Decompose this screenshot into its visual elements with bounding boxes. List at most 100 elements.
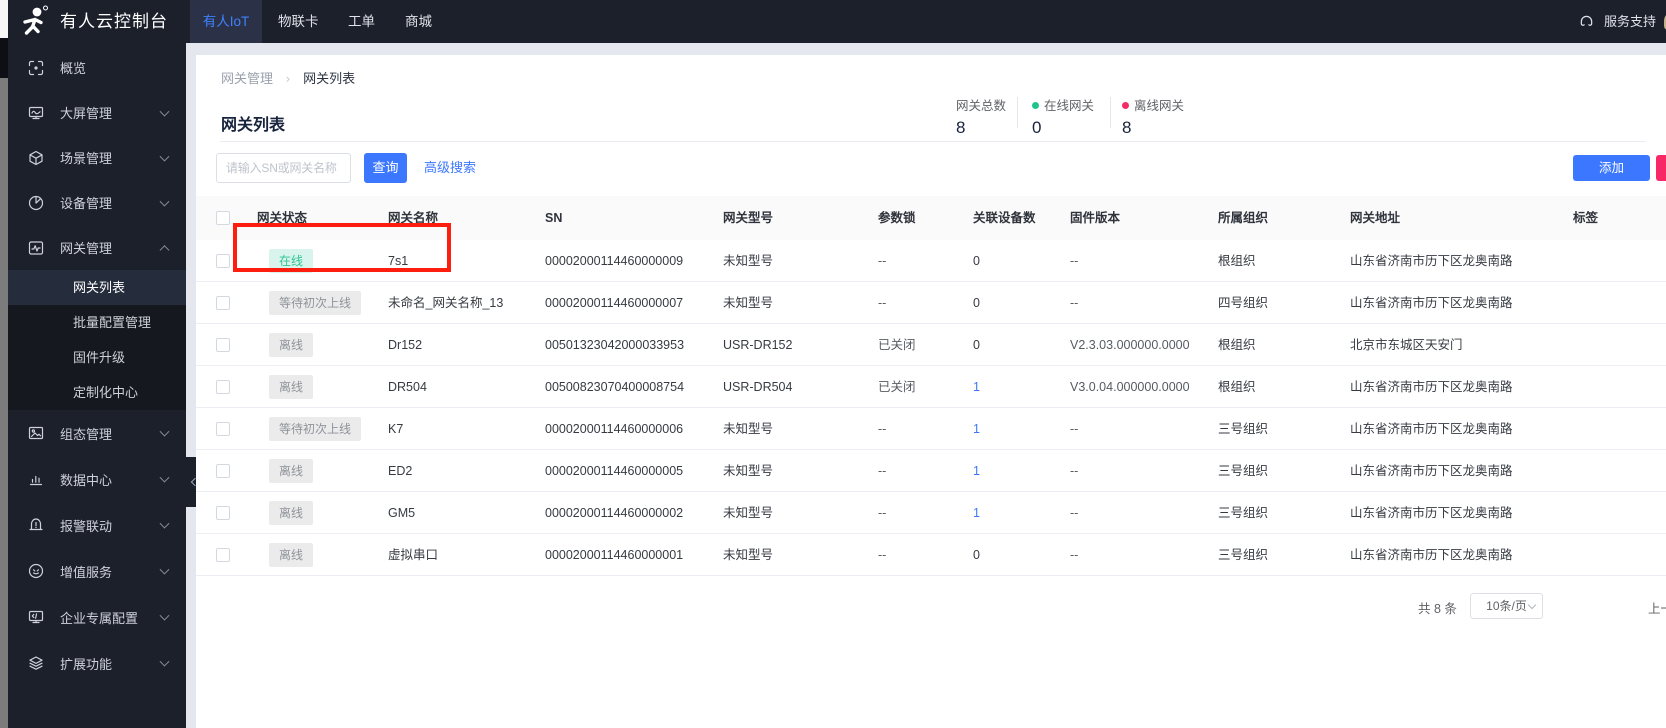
cell-sn: 00002000114460000005 bbox=[545, 464, 684, 478]
cell-devices[interactable]: 1 bbox=[973, 492, 980, 534]
cell-name: DR504 bbox=[388, 380, 427, 394]
cell-devices[interactable]: 1 bbox=[973, 450, 980, 492]
cell-org: 根组织 bbox=[1218, 380, 1256, 394]
sidebar-item-7[interactable]: 数据中心 bbox=[8, 456, 186, 502]
pagination-total: 共 8 条 bbox=[1418, 602, 1457, 616]
row-checkbox[interactable] bbox=[216, 422, 230, 436]
sidebar-item-2[interactable]: 大屏管理 bbox=[8, 90, 186, 135]
col-header-6[interactable]: 关联设备数 bbox=[973, 196, 1036, 240]
sidebar-item-1[interactable]: 概览 bbox=[8, 45, 186, 90]
chevron-icon bbox=[159, 610, 170, 621]
cell-address: 山东省济南市历下区龙奥南路 bbox=[1350, 254, 1513, 268]
search-input[interactable]: 请输入SN或网关名称 bbox=[216, 153, 351, 183]
stat-online-label: 在线网关 bbox=[1032, 95, 1094, 114]
row-checkbox[interactable] bbox=[216, 548, 230, 562]
cell-address: 山东省济南市历下区龙奥南路 bbox=[1350, 548, 1513, 562]
page-size-select[interactable]: 10条/页 bbox=[1470, 593, 1543, 619]
top-tab-1[interactable]: 有人IoT bbox=[190, 0, 262, 43]
col-header-5[interactable]: 参数锁 bbox=[878, 196, 916, 240]
submenu-item-2[interactable]: 批量配置管理 bbox=[8, 305, 186, 340]
pagination-prev[interactable]: 上一页 bbox=[1648, 596, 1666, 622]
annotation-red-rectangle bbox=[233, 223, 451, 272]
col-header-4[interactable]: 网关型号 bbox=[723, 196, 773, 240]
scene-icon bbox=[29, 150, 43, 165]
stat-total-value: 8 bbox=[956, 118, 966, 137]
cell-firmware: -- bbox=[1070, 254, 1079, 268]
cell-org: 三号组织 bbox=[1218, 464, 1269, 478]
sidebar-item-3[interactable]: 场景管理 bbox=[8, 135, 186, 180]
row-checkbox[interactable] bbox=[216, 338, 230, 352]
cell-sn: 00002000114460000001 bbox=[545, 548, 684, 562]
col-header-3[interactable]: SN bbox=[545, 196, 562, 240]
cell-name: Dr152 bbox=[388, 338, 423, 352]
brand-logo-icon bbox=[23, 5, 48, 35]
danger-button[interactable] bbox=[1656, 155, 1666, 181]
row-checkbox[interactable] bbox=[216, 254, 230, 268]
cell-devices[interactable]: 1 bbox=[973, 366, 980, 408]
status-tag: 离线 bbox=[269, 459, 314, 483]
cell-devices[interactable]: 1 bbox=[973, 408, 980, 450]
cell-status: 离线 bbox=[269, 366, 314, 408]
col-header-10[interactable]: 标签 bbox=[1573, 196, 1598, 240]
top-tab-3[interactable]: 工单 bbox=[348, 0, 375, 43]
cell-name: K7 bbox=[388, 422, 404, 436]
cell-sn: 00501323042000033953 bbox=[545, 338, 685, 352]
cell-sn: 00002000114460000007 bbox=[545, 296, 684, 310]
sidebar-item-9[interactable]: 增值服务 bbox=[8, 548, 186, 594]
chevron-icon bbox=[159, 196, 170, 207]
cell-name: GM5 bbox=[388, 506, 416, 520]
device-icon bbox=[28, 195, 44, 210]
chevron-icon bbox=[159, 106, 170, 117]
cell-model: USR-DR504 bbox=[723, 380, 793, 394]
cell-devices: 0 bbox=[973, 254, 980, 268]
submenu-item-4[interactable]: 定制化中心 bbox=[8, 375, 186, 410]
status-tag: 等待初次上线 bbox=[269, 291, 362, 315]
top-tab-4[interactable]: 商城 bbox=[405, 0, 432, 43]
sidebar-item-11[interactable]: 扩展功能 bbox=[8, 640, 186, 686]
breadcrumb-gateway-management[interactable]: 网关管理 bbox=[221, 71, 273, 86]
table-row-2: 等待初次上线 未命名_网关名称_13 00002000114460000007 未知型… bbox=[196, 282, 1666, 324]
sidebar-item-6[interactable]: 组态管理 bbox=[8, 410, 186, 456]
chevron-icon bbox=[159, 151, 170, 162]
breadcrumb-separator: › bbox=[285, 72, 291, 86]
chevron-icon bbox=[159, 472, 170, 483]
left-window-edge bbox=[0, 0, 8, 728]
row-checkbox[interactable] bbox=[216, 464, 230, 478]
table-row-5: 等待初次上线 K7 00002000114460000006 未知型号 -- 1 -- 三号组… bbox=[196, 408, 1666, 450]
table-row-7: 离线 GM5 00002000114460000002 未知型号 -- 1 -- 三号组织 山东… bbox=[196, 492, 1666, 534]
cell-model: USR-DR152 bbox=[723, 338, 793, 352]
cell-name: 虚拟串口 bbox=[388, 548, 439, 562]
sidebar-item-4[interactable]: 设备管理 bbox=[8, 180, 186, 225]
select-all-checkbox[interactable] bbox=[216, 211, 230, 225]
col-header-8[interactable]: 所属组织 bbox=[1218, 196, 1268, 240]
submenu-item-3[interactable]: 固件升级 bbox=[8, 340, 186, 375]
cell-model: 未知型号 bbox=[723, 548, 774, 562]
advanced-search-link[interactable]: 高级搜索 bbox=[424, 153, 476, 183]
stat-divider-1 bbox=[1017, 97, 1018, 128]
top-tab-2[interactable]: 物联卡 bbox=[278, 0, 319, 43]
row-checkbox[interactable] bbox=[216, 296, 230, 310]
submenu-item-1[interactable]: 网关列表 bbox=[8, 270, 186, 305]
cell-address: 山东省济南市历下区龙奥南路 bbox=[1350, 296, 1513, 310]
cell-firmware: -- bbox=[1070, 464, 1079, 478]
cell-address: 山东省济南市历下区龙奥南路 bbox=[1350, 506, 1513, 520]
row-checkbox[interactable] bbox=[216, 506, 230, 520]
cell-firmware: V3.0.04.000000.0000 bbox=[1070, 380, 1190, 394]
cell-org: 三号组织 bbox=[1218, 422, 1269, 436]
status-tag: 离线 bbox=[269, 333, 314, 357]
cell-model: 未知型号 bbox=[723, 296, 774, 310]
cell-sn: 00002000114460000009 bbox=[545, 254, 684, 268]
row-checkbox[interactable] bbox=[216, 380, 230, 394]
add-button[interactable]: 添加 bbox=[1573, 155, 1650, 181]
sidebar-item-5[interactable]: 网关管理 bbox=[8, 225, 186, 270]
query-button[interactable]: 查询 bbox=[364, 153, 407, 183]
stat-offline-value: 8 bbox=[1122, 118, 1132, 137]
status-tag: 离线 bbox=[269, 375, 314, 399]
col-header-9[interactable]: 网关地址 bbox=[1350, 196, 1400, 240]
sidebar-item-8[interactable]: 报警联动 bbox=[8, 502, 186, 548]
support-link[interactable]: 服务支持 bbox=[1579, 0, 1656, 43]
alarm-icon bbox=[29, 518, 43, 531]
sidebar-item-10[interactable]: 企业专属配置 bbox=[8, 594, 186, 640]
col-header-7[interactable]: 固件版本 bbox=[1070, 196, 1120, 240]
cell-devices: 0 bbox=[973, 338, 980, 352]
